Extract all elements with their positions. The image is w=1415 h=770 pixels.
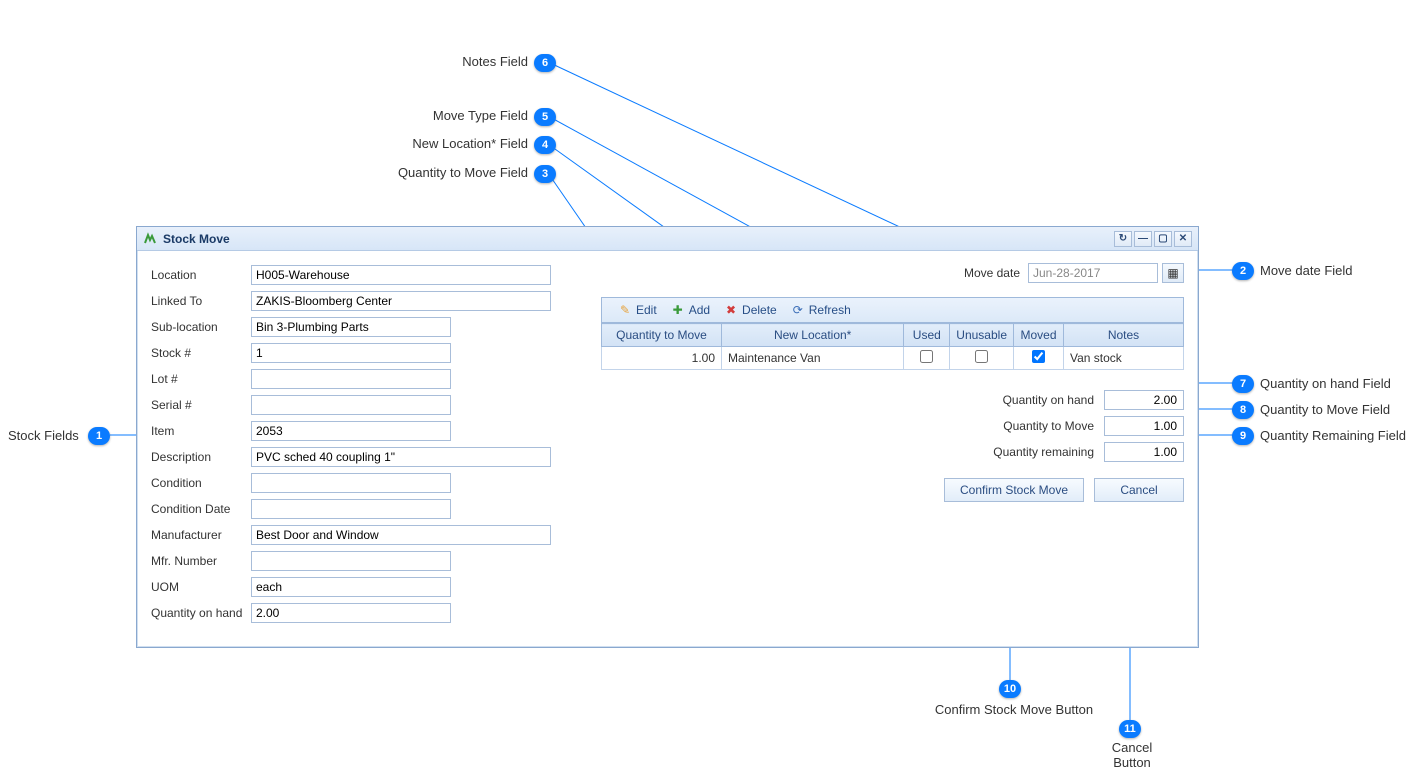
qoh-left-input[interactable] xyxy=(251,603,451,623)
callout-badge-2: 2 xyxy=(1232,262,1254,280)
lot-label: Lot # xyxy=(151,372,251,386)
uom-input[interactable] xyxy=(251,577,451,597)
calendar-icon[interactable]: ▦ xyxy=(1162,263,1184,283)
table-row[interactable]: 1.00 Maintenance Van Van stock xyxy=(602,347,1184,370)
linkedto-label: Linked To xyxy=(151,294,251,308)
callout-label-8: Quantity to Move Field xyxy=(1260,402,1390,417)
callout-badge-9: 9 xyxy=(1232,427,1254,445)
cell-used-checkbox[interactable] xyxy=(920,350,933,363)
serial-label: Serial # xyxy=(151,398,251,412)
sum-qrem-label: Quantity remaining xyxy=(993,445,1094,459)
callout-label-3: Quantity to Move Field xyxy=(388,165,528,180)
col-unusable[interactable]: Unusable xyxy=(950,324,1014,347)
item-input[interactable] xyxy=(251,421,451,441)
item-label: Item xyxy=(151,424,251,438)
edit-label: Edit xyxy=(636,303,657,317)
stocknum-input[interactable] xyxy=(251,343,451,363)
callout-label-4: New Location* Field xyxy=(400,136,528,151)
cell-unusable-checkbox[interactable] xyxy=(975,350,988,363)
cell-qty[interactable]: 1.00 xyxy=(602,347,722,370)
subloc-label: Sub-location xyxy=(151,320,251,334)
sum-qtm-label: Quantity to Move xyxy=(1003,419,1094,433)
conddate-input[interactable] xyxy=(251,499,451,519)
pencil-icon: ✎ xyxy=(618,303,632,317)
stock-fields-panel: Location Linked To Sub-location Stock # … xyxy=(151,263,571,627)
movedate-label: Move date xyxy=(964,266,1020,280)
confirm-stock-move-button[interactable]: Confirm Stock Move xyxy=(944,478,1084,502)
callout-label-9: Quantity Remaining Field xyxy=(1260,428,1406,443)
callout-badge-5: 5 xyxy=(534,108,556,126)
refresh-icon: ⟳ xyxy=(791,303,805,317)
mfr-label: Manufacturer xyxy=(151,528,251,542)
location-input[interactable] xyxy=(251,265,551,285)
qoh-left-label: Quantity on hand xyxy=(151,606,251,620)
callout-label-10: Confirm Stock Move Button xyxy=(934,702,1094,717)
app-icon xyxy=(143,232,157,246)
cell-moved-checkbox[interactable] xyxy=(1032,350,1045,363)
sum-qtm-input[interactable] xyxy=(1104,416,1184,436)
sum-qoh-label: Quantity on hand xyxy=(1003,393,1094,407)
sum-qrem-input[interactable] xyxy=(1104,442,1184,462)
refresh-button[interactable]: ⟳ Refresh xyxy=(791,303,851,317)
cancel-button[interactable]: Cancel xyxy=(1094,478,1184,502)
callout-badge-4: 4 xyxy=(534,136,556,154)
stocknum-label: Stock # xyxy=(151,346,251,360)
callout-badge-6: 6 xyxy=(534,54,556,72)
mfr-input[interactable] xyxy=(251,525,551,545)
add-label: Add xyxy=(689,303,710,317)
close-button[interactable]: ✕ xyxy=(1174,231,1192,247)
titlebar[interactable]: Stock Move ↻ — ▢ ✕ xyxy=(137,227,1198,251)
desc-label: Description xyxy=(151,450,251,464)
subloc-input[interactable] xyxy=(251,317,451,337)
col-moved[interactable]: Moved xyxy=(1014,324,1064,347)
serial-input[interactable] xyxy=(251,395,451,415)
maximize-button[interactable]: ▢ xyxy=(1154,231,1172,247)
cond-input[interactable] xyxy=(251,473,451,493)
add-button[interactable]: ✚ Add xyxy=(671,303,710,317)
window-title: Stock Move xyxy=(163,232,230,246)
col-notes[interactable]: Notes xyxy=(1064,324,1184,347)
col-qty[interactable]: Quantity to Move xyxy=(602,324,722,347)
stock-move-window: Stock Move ↻ — ▢ ✕ Location Linked To Su… xyxy=(136,226,1199,648)
callout-label-6: Notes Field xyxy=(458,54,528,69)
callout-badge-3: 3 xyxy=(534,165,556,183)
delete-icon: ✖ xyxy=(724,303,738,317)
mfrnum-label: Mfr. Number xyxy=(151,554,251,568)
conddate-label: Condition Date xyxy=(151,502,251,516)
callout-label-2: Move date Field xyxy=(1260,263,1353,278)
moves-grid: Quantity to Move New Location* Used Unus… xyxy=(601,323,1184,370)
sum-qoh-input[interactable] xyxy=(1104,390,1184,410)
minimize-button[interactable]: — xyxy=(1134,231,1152,247)
callout-badge-8: 8 xyxy=(1232,401,1254,419)
callout-label-5: Move Type Field xyxy=(420,108,528,123)
plus-icon: ✚ xyxy=(671,303,685,317)
callout-label-1: Stock Fields xyxy=(8,428,79,443)
desc-input[interactable] xyxy=(251,447,551,467)
refresh-window-button[interactable]: ↻ xyxy=(1114,231,1132,247)
lot-input[interactable] xyxy=(251,369,451,389)
edit-button[interactable]: ✎ Edit xyxy=(618,303,657,317)
col-used[interactable]: Used xyxy=(904,324,950,347)
cond-label: Condition xyxy=(151,476,251,490)
linkedto-input[interactable] xyxy=(251,291,551,311)
callout-badge-7: 7 xyxy=(1232,375,1254,393)
mfrnum-input[interactable] xyxy=(251,551,451,571)
callout-badge-1: 1 xyxy=(88,427,110,445)
grid-toolbar: ✎ Edit ✚ Add ✖ Delete ⟳ Refresh xyxy=(601,297,1184,323)
col-newloc[interactable]: New Location* xyxy=(722,324,904,347)
callout-badge-10: 10 xyxy=(999,680,1021,698)
callout-label-7: Quantity on hand Field xyxy=(1260,376,1391,391)
location-label: Location xyxy=(151,268,251,282)
cell-notes[interactable]: Van stock xyxy=(1064,347,1184,370)
callout-label-11: Cancel Button xyxy=(1092,740,1172,770)
callout-badge-11: 11 xyxy=(1119,720,1141,738)
uom-label: UOM xyxy=(151,580,251,594)
delete-button[interactable]: ✖ Delete xyxy=(724,303,777,317)
cell-newloc[interactable]: Maintenance Van xyxy=(722,347,904,370)
movedate-input[interactable] xyxy=(1028,263,1158,283)
delete-label: Delete xyxy=(742,303,777,317)
refresh-label: Refresh xyxy=(809,303,851,317)
